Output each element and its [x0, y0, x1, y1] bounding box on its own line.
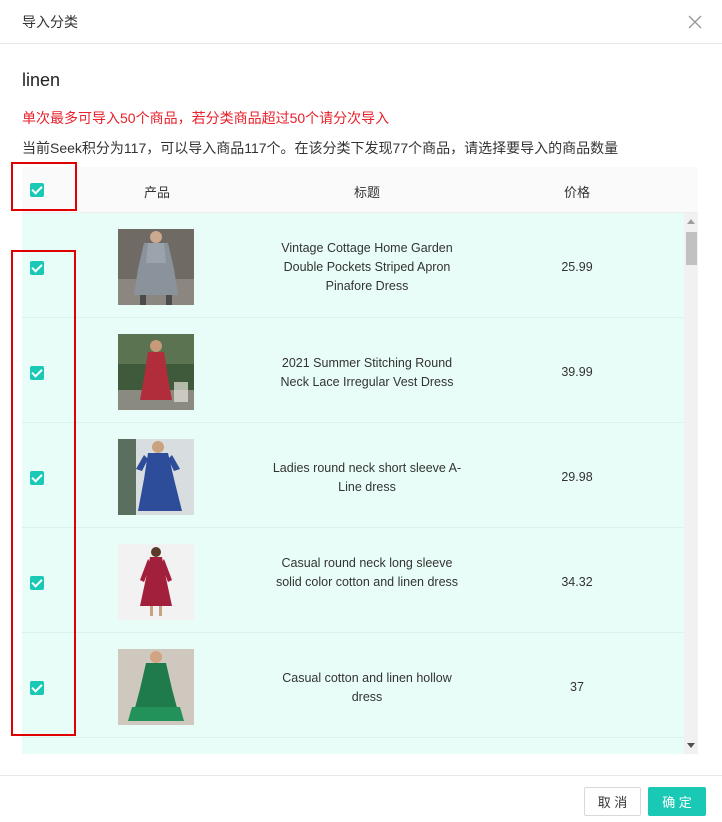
product-price: 37	[570, 680, 584, 694]
points-info-text: 当前Seek积分为117，可以导入商品117个。在该分类下发现77个商品，请选择…	[22, 140, 619, 156]
product-title: Ladies round neck short sleeve A-Line dr…	[272, 461, 462, 494]
scroll-up-arrow-icon[interactable]	[687, 219, 695, 224]
select-all-highlight-box	[11, 162, 77, 211]
scroll-down-arrow-icon[interactable]	[687, 743, 695, 748]
product-title: Casual round neck long sleeve solid colo…	[275, 556, 459, 589]
product-image	[118, 544, 194, 620]
scrollbar-thumb[interactable]	[686, 232, 697, 265]
dialog-title: 导入分类	[22, 14, 78, 30]
column-header-price: 价格	[563, 185, 590, 200]
table-row: Ladies round neck short sleeve A-Line dr…	[22, 423, 684, 528]
table-row: Casual cotton and linen hollow dress 37	[22, 633, 684, 738]
table-row: Vintage Cottage Home Garden Double Pocke…	[22, 213, 684, 318]
product-image	[118, 229, 194, 305]
table-row: Casual round neck long sleeve solid colo…	[22, 528, 684, 633]
product-price: 39.99	[561, 365, 593, 379]
dialog-header: 导入分类	[0, 0, 722, 44]
product-title: 2021 Summer Stitching Round Neck Lace Ir…	[280, 356, 454, 389]
product-image	[118, 439, 194, 515]
table-scrollbar[interactable]	[684, 213, 698, 754]
close-icon[interactable]	[686, 13, 704, 31]
product-image	[118, 334, 194, 410]
dialog-footer: 取 消 确 定	[0, 775, 722, 822]
product-price: 34.32	[561, 575, 593, 589]
product-title: Casual cotton and linen hollow dress	[282, 671, 452, 704]
product-title: Vintage Cottage Home Garden Double Pocke…	[281, 241, 453, 293]
column-header-product: 产品	[143, 185, 170, 200]
import-limit-warning: 单次最多可导入50个商品，若分类商品超过50个请分次导入	[22, 110, 390, 126]
table-row: 2021 Summer Stitching Round Neck Lace Ir…	[22, 318, 684, 423]
product-price: 29.98	[561, 470, 593, 484]
table-header: 产品 标题 价格	[22, 167, 698, 213]
product-image	[118, 649, 194, 725]
row-checkboxes-highlight-box	[11, 250, 76, 736]
import-category-dialog: 导入分类 linen 单次最多可导入50个商品，若分类商品超过50个请分次导入 …	[0, 0, 722, 822]
column-header-title: 标题	[353, 185, 380, 200]
cancel-button[interactable]: 取 消	[584, 787, 641, 816]
product-price: 25.99	[561, 260, 593, 274]
product-table-body[interactable]: Vintage Cottage Home Garden Double Pocke…	[22, 213, 698, 754]
category-name: linen	[22, 70, 61, 90]
confirm-button[interactable]: 确 定	[648, 787, 706, 816]
